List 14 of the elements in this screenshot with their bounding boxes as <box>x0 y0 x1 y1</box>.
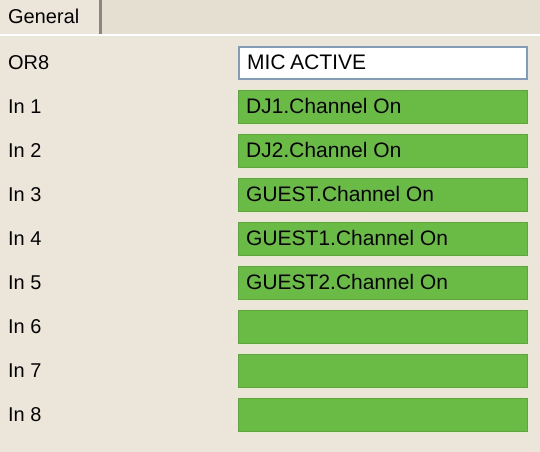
field-label: In 5 <box>7 271 42 296</box>
field-label: In 3 <box>7 183 42 208</box>
field-label: In 6 <box>7 315 42 340</box>
field-label: OR8 <box>7 51 50 76</box>
field-label: In 2 <box>7 139 42 164</box>
field-label: In 8 <box>7 403 42 428</box>
status-indicator: GUEST.Channel On <box>238 178 528 212</box>
status-indicator: GUEST2.Channel On <box>238 266 528 300</box>
status-indicator: GUEST1.Channel On <box>238 222 528 256</box>
field-label: In 7 <box>7 359 42 384</box>
status-indicator: DJ1.Channel On <box>238 90 528 124</box>
field-label: In 4 <box>7 227 42 252</box>
status-indicator: DJ2.Channel On <box>238 134 528 168</box>
field-label: In 1 <box>7 95 42 120</box>
